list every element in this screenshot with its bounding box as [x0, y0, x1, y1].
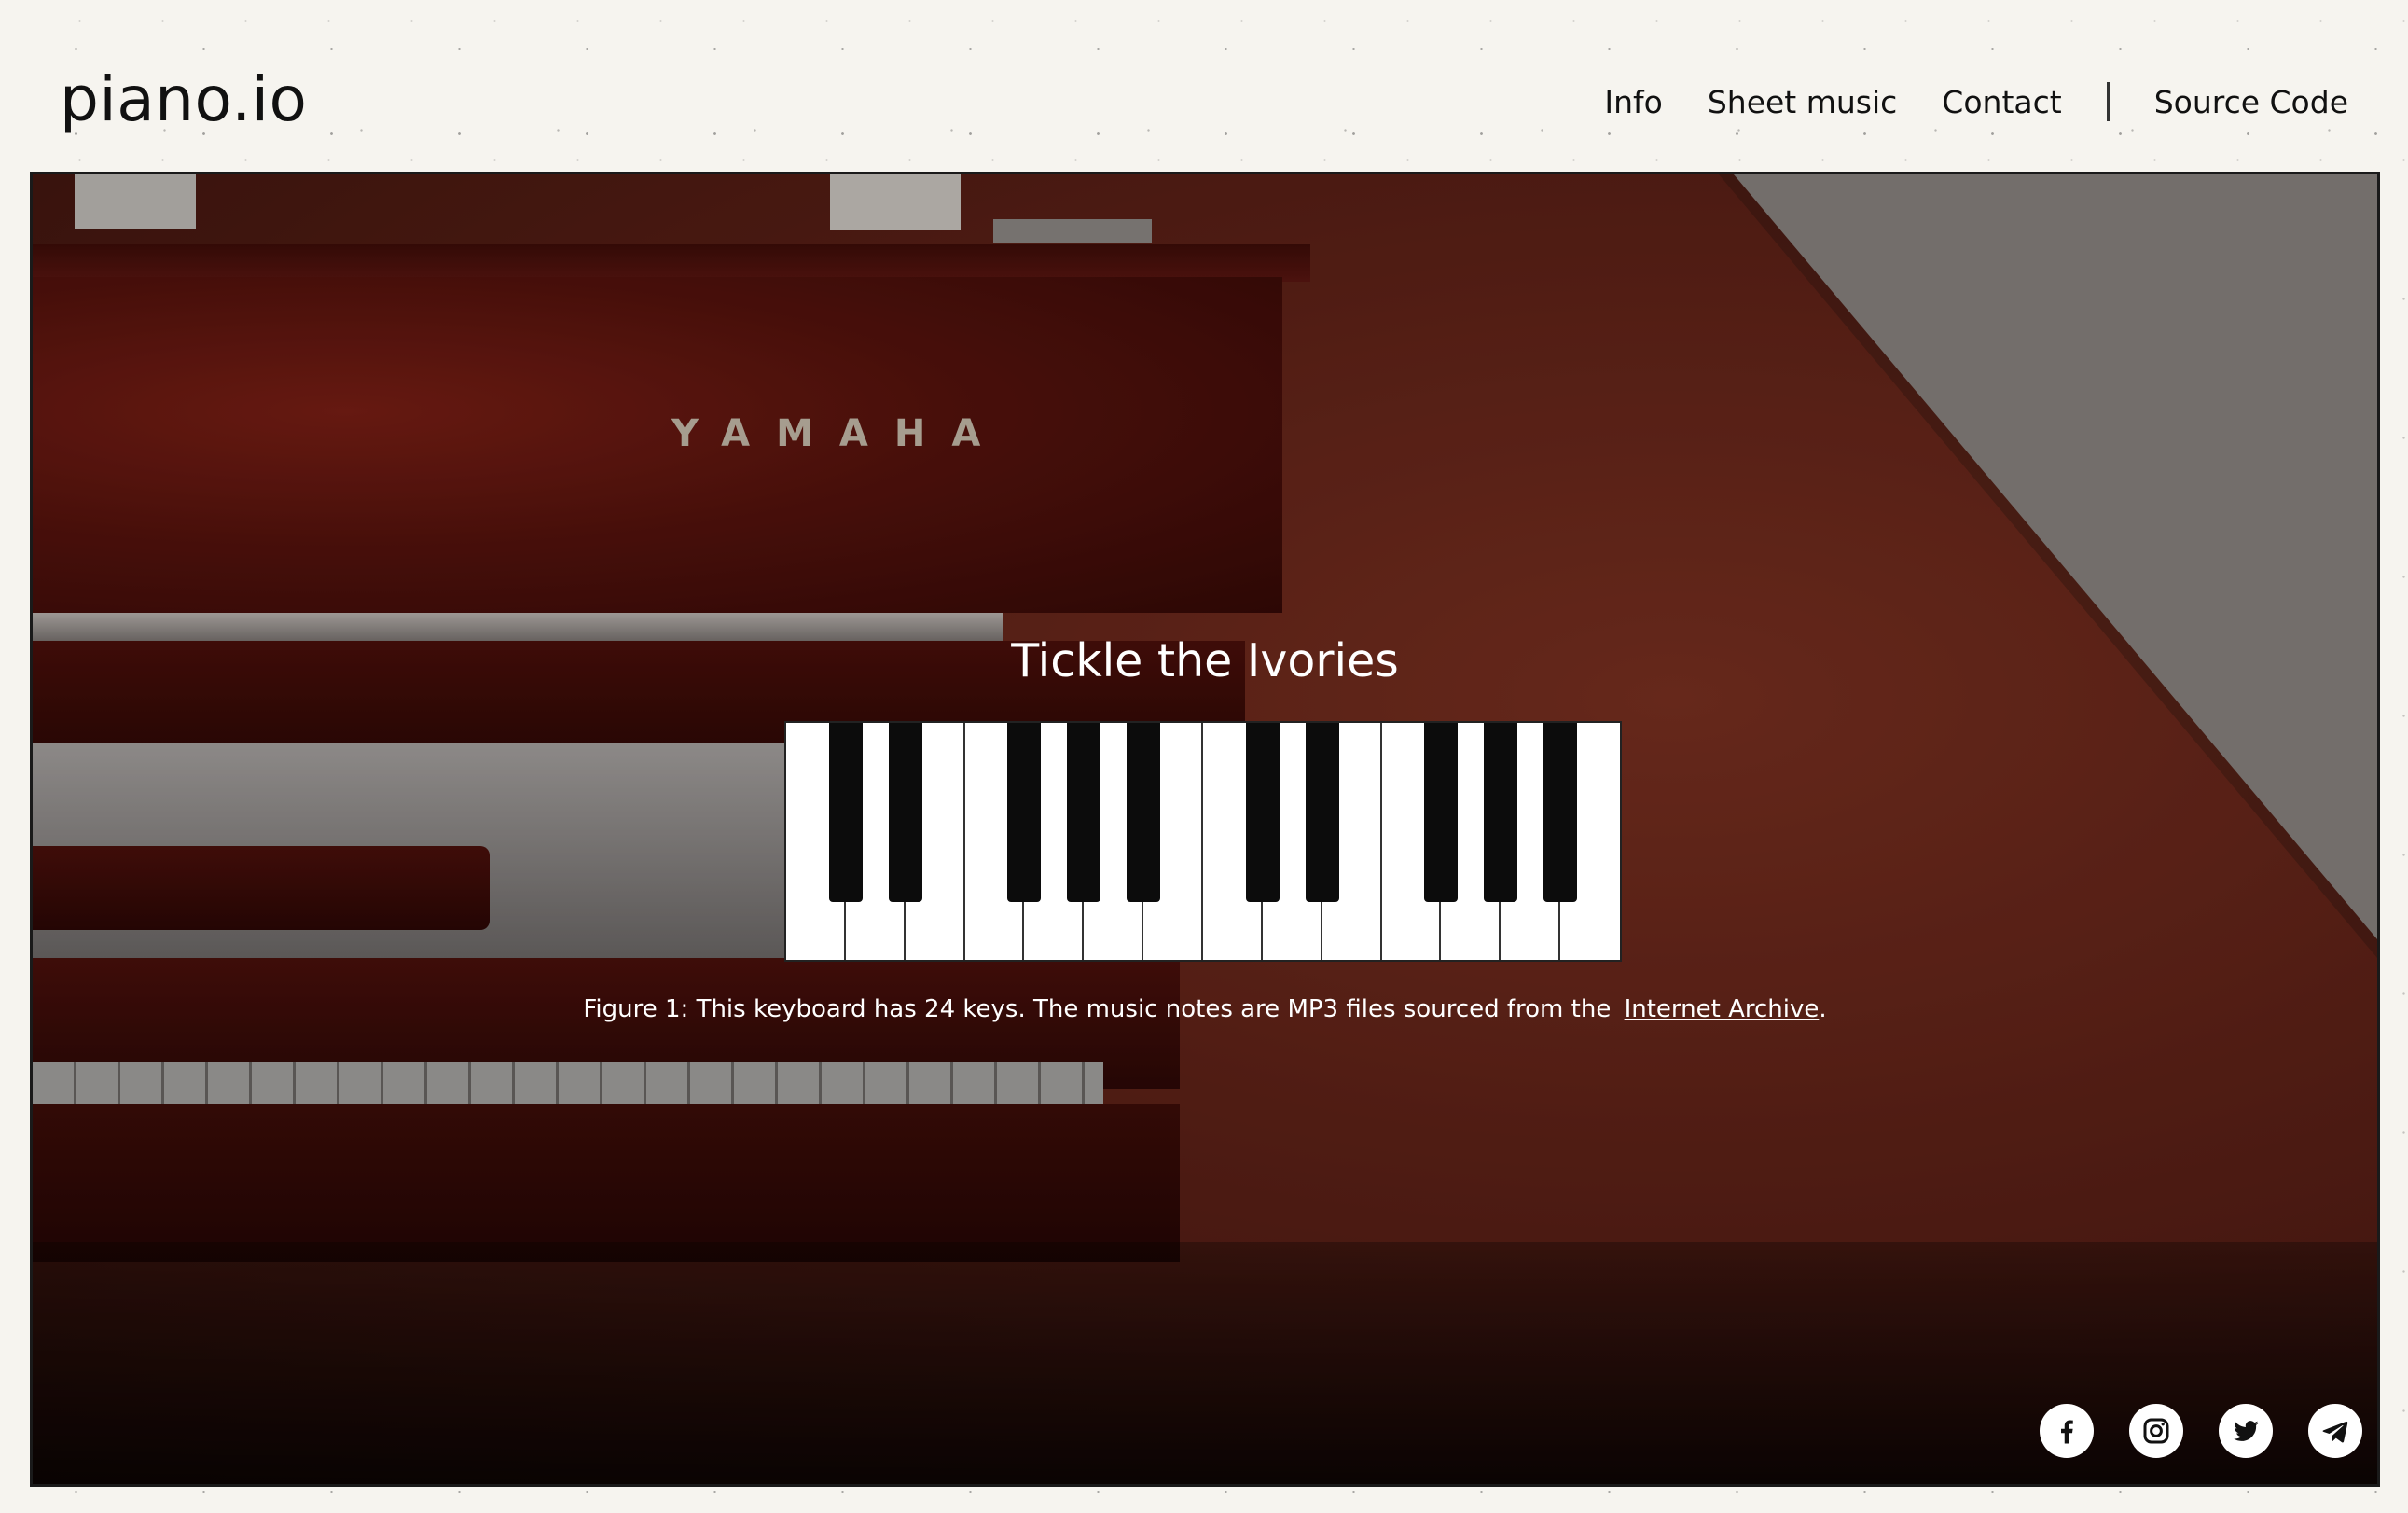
nav-divider [2106, 82, 2110, 121]
caption-text: Figure 1: This keyboard has 24 keys. The… [583, 995, 1612, 1023]
nav-sheet-music[interactable]: Sheet music [1708, 84, 1897, 120]
hero-title: Tickle the Ivories [1011, 634, 1399, 687]
piano-black-key[interactable] [1007, 723, 1042, 902]
facebook-icon[interactable] [2040, 1404, 2094, 1458]
piano-black-key[interactable] [1245, 723, 1280, 902]
main-nav: Info Sheet music Contact Source Code [1559, 82, 2348, 121]
internet-archive-link[interactable]: Internet Archive [1625, 995, 1820, 1023]
instagram-icon[interactable] [2129, 1404, 2183, 1458]
piano-black-key[interactable] [1067, 723, 1101, 902]
piano-black-key[interactable] [1424, 723, 1459, 902]
piano-black-key[interactable] [1127, 723, 1161, 902]
site-logo[interactable]: piano.io [60, 63, 307, 135]
hero-section: YAMAHA Tickle the Ivories Figure 1: This… [30, 172, 2380, 1487]
piano-black-key[interactable] [828, 723, 863, 902]
caption-period: . [1819, 995, 1827, 1023]
piano-black-key[interactable] [1484, 723, 1518, 902]
figure-caption: Figure 1: This keyboard has 24 keys. The… [33, 995, 2377, 1023]
twitter-icon[interactable] [2219, 1404, 2273, 1458]
telegram-icon[interactable] [2308, 1404, 2362, 1458]
nav-contact[interactable]: Contact [1942, 84, 2061, 120]
piano-black-key[interactable] [888, 723, 922, 902]
social-links [2040, 1404, 2362, 1458]
piano-black-key[interactable] [1305, 723, 1339, 902]
piano-black-key[interactable] [1543, 723, 1578, 902]
nav-info[interactable]: Info [1604, 84, 1662, 120]
piano-keyboard[interactable] [784, 721, 1622, 962]
nav-source-code[interactable]: Source Code [2154, 84, 2348, 120]
